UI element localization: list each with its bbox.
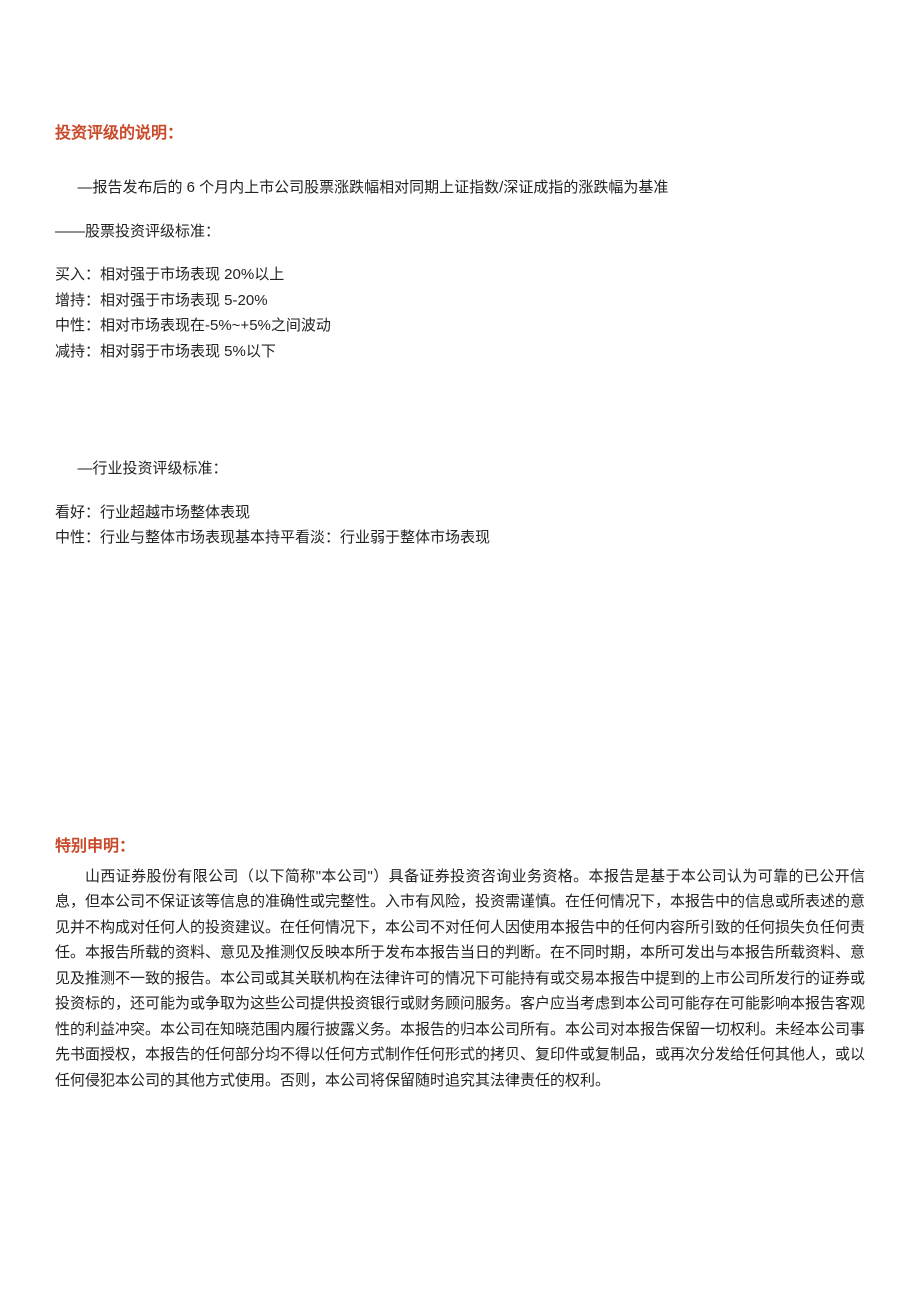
disclaimer-text: 山西证券股份有限公司（以下简称"本公司"）具备证券投资咨询业务资格。本报告是基于…: [55, 864, 865, 1094]
industry-rating-item: 中性：行业与整体市场表现基本持平看淡：行业弱于整体市场表现: [55, 525, 865, 551]
investment-rating-heading: 投资评级的说明：: [55, 120, 865, 147]
stock-rating-item: 买入：相对强于市场表现 20%以上: [55, 262, 865, 288]
industry-rating-title: —行业投资评级标准：: [55, 456, 865, 482]
stock-rating-item: 增持：相对强于市场表现 5-20%: [55, 288, 865, 314]
industry-rating-item: 看好：行业超越市场整体表现: [55, 500, 865, 526]
stock-rating-item: 中性：相对市场表现在-5%~+5%之间波动: [55, 313, 865, 339]
stock-rating-title: ——股票投资评级标准：: [55, 219, 865, 245]
disclaimer-heading: 特别申明：: [55, 833, 865, 860]
disclaimer-body: 山西证券股份有限公司（以下简称"本公司"）具备证券投资咨询业务资格。本报告是基于…: [55, 864, 865, 1094]
industry-rating-list: 看好：行业超越市场整体表现 中性：行业与整体市场表现基本持平看淡：行业弱于整体市…: [55, 500, 865, 551]
stock-rating-list: 买入：相对强于市场表现 20%以上 增持：相对强于市场表现 5-20% 中性：相…: [55, 262, 865, 364]
benchmark-text: —报告发布后的 6 个月内上市公司股票涨跌幅相对同期上证指数/深证成指的涨跌幅为…: [55, 175, 865, 201]
stock-rating-item: 减持：相对弱于市场表现 5%以下: [55, 339, 865, 365]
